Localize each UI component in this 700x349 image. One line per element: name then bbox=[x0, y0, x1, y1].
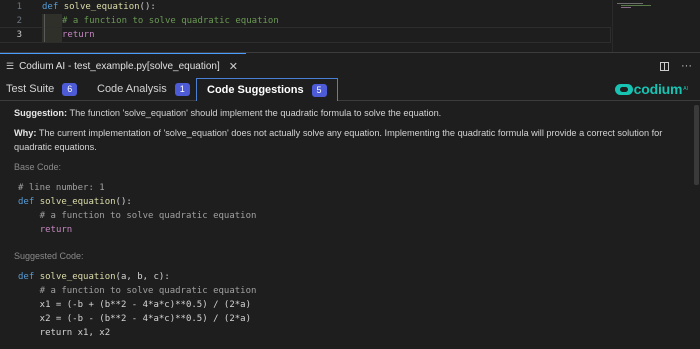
count-badge: 6 bbox=[62, 82, 78, 96]
code-line: def solve_equation(): bbox=[18, 197, 132, 207]
base-code-label: Base Code: bbox=[14, 162, 62, 172]
tab-code-suggestions[interactable]: Code Suggestions 5 bbox=[196, 78, 338, 101]
code-editor[interactable]: 1 def solve_equation(): 2 # a function t… bbox=[0, 0, 700, 52]
tab-label: Test Suite bbox=[6, 83, 55, 95]
base-code-block[interactable]: # line number: 1 def solve_equation(): # … bbox=[18, 181, 256, 237]
code-line: def solve_equation(a, b, c): bbox=[18, 272, 170, 282]
line-number: 2 bbox=[16, 16, 22, 26]
panel-header: ☰ Codium AI - test_example.py[solve_equa… bbox=[0, 52, 700, 79]
suggestion-text: Suggestion: The function 'solve_equation… bbox=[14, 106, 684, 120]
minimap-line bbox=[621, 5, 651, 6]
code-line: # a function to solve quadratic equation bbox=[18, 286, 257, 296]
keyword-token: return bbox=[62, 30, 95, 40]
codium-logo-icon bbox=[614, 83, 633, 95]
why-label: Why: bbox=[14, 128, 37, 138]
line-number: 3 bbox=[16, 30, 22, 40]
logo-sup: AI bbox=[683, 86, 688, 92]
count-badge: 1 bbox=[174, 82, 190, 96]
suggestions-content[interactable]: Suggestion: The function 'solve_equation… bbox=[0, 101, 700, 349]
more-actions-icon[interactable]: ··· bbox=[681, 60, 692, 72]
why-body: The current implementation of 'solve_equ… bbox=[14, 128, 663, 152]
code-line: return bbox=[39, 225, 73, 235]
vertical-scrollbar[interactable] bbox=[692, 101, 700, 349]
tabs-bar: Test Suite 6 Code Analysis 1 Code Sugges… bbox=[0, 78, 700, 101]
punctuation-token: (): bbox=[139, 2, 156, 12]
count-badge: 5 bbox=[311, 83, 327, 97]
editor-line-3-current[interactable]: 3 return bbox=[0, 27, 611, 43]
logo-text: codium bbox=[633, 81, 683, 97]
tab-label: Code Suggestions bbox=[207, 84, 304, 96]
editor-line-2[interactable]: 2 # a function to solve quadratic equati… bbox=[0, 14, 610, 28]
minimap-line bbox=[617, 3, 643, 4]
panel-tab-codium[interactable]: ☰ Codium AI - test_example.py[solve_equa… bbox=[0, 53, 246, 79]
close-icon[interactable]: ✕ bbox=[229, 60, 238, 73]
list-icon: ☰ bbox=[6, 61, 15, 71]
function-name-token: solve_equation bbox=[63, 2, 140, 12]
minimap[interactable] bbox=[612, 0, 700, 52]
tab-test-suite[interactable]: Test Suite 6 bbox=[6, 78, 78, 100]
suggested-code-label: Suggested Code: bbox=[14, 251, 84, 261]
tab-code-analysis[interactable]: Code Analysis 1 bbox=[97, 78, 190, 100]
comment-token: # a function to solve quadratic equation bbox=[62, 16, 279, 26]
code-line: return x1, x2 bbox=[18, 328, 111, 338]
suggested-code-block[interactable]: def solve_equation(a, b, c): # a functio… bbox=[18, 270, 256, 340]
suggestion-body: The function 'solve_equation' should imp… bbox=[67, 108, 442, 118]
codium-logo: codium AI bbox=[614, 81, 688, 97]
indent-guide bbox=[44, 14, 45, 42]
code-line: # a function to solve quadratic equation bbox=[18, 211, 257, 221]
panel-title: Codium AI - test_example.py[solve_equati… bbox=[19, 61, 220, 72]
code-line: # line number: 1 bbox=[18, 183, 105, 193]
split-editor-icon[interactable] bbox=[660, 61, 669, 71]
minimap-line bbox=[621, 7, 631, 8]
why-text: Why: The current implementation of 'solv… bbox=[14, 126, 684, 154]
scroll-thumb[interactable] bbox=[694, 105, 699, 185]
tab-label: Code Analysis bbox=[97, 83, 167, 95]
code-line: x1 = (-b + (b**2 - 4*a*c)**0.5) / (2*a) bbox=[18, 300, 251, 310]
editor-line-1[interactable]: 1 def solve_equation(): bbox=[0, 0, 610, 14]
code-line: x2 = (-b - (b**2 - 4*a*c)**0.5) / (2*a) bbox=[18, 314, 251, 324]
suggestion-label: Suggestion: bbox=[14, 108, 68, 118]
line-number: 1 bbox=[16, 2, 22, 12]
keyword-token: def bbox=[42, 2, 59, 12]
